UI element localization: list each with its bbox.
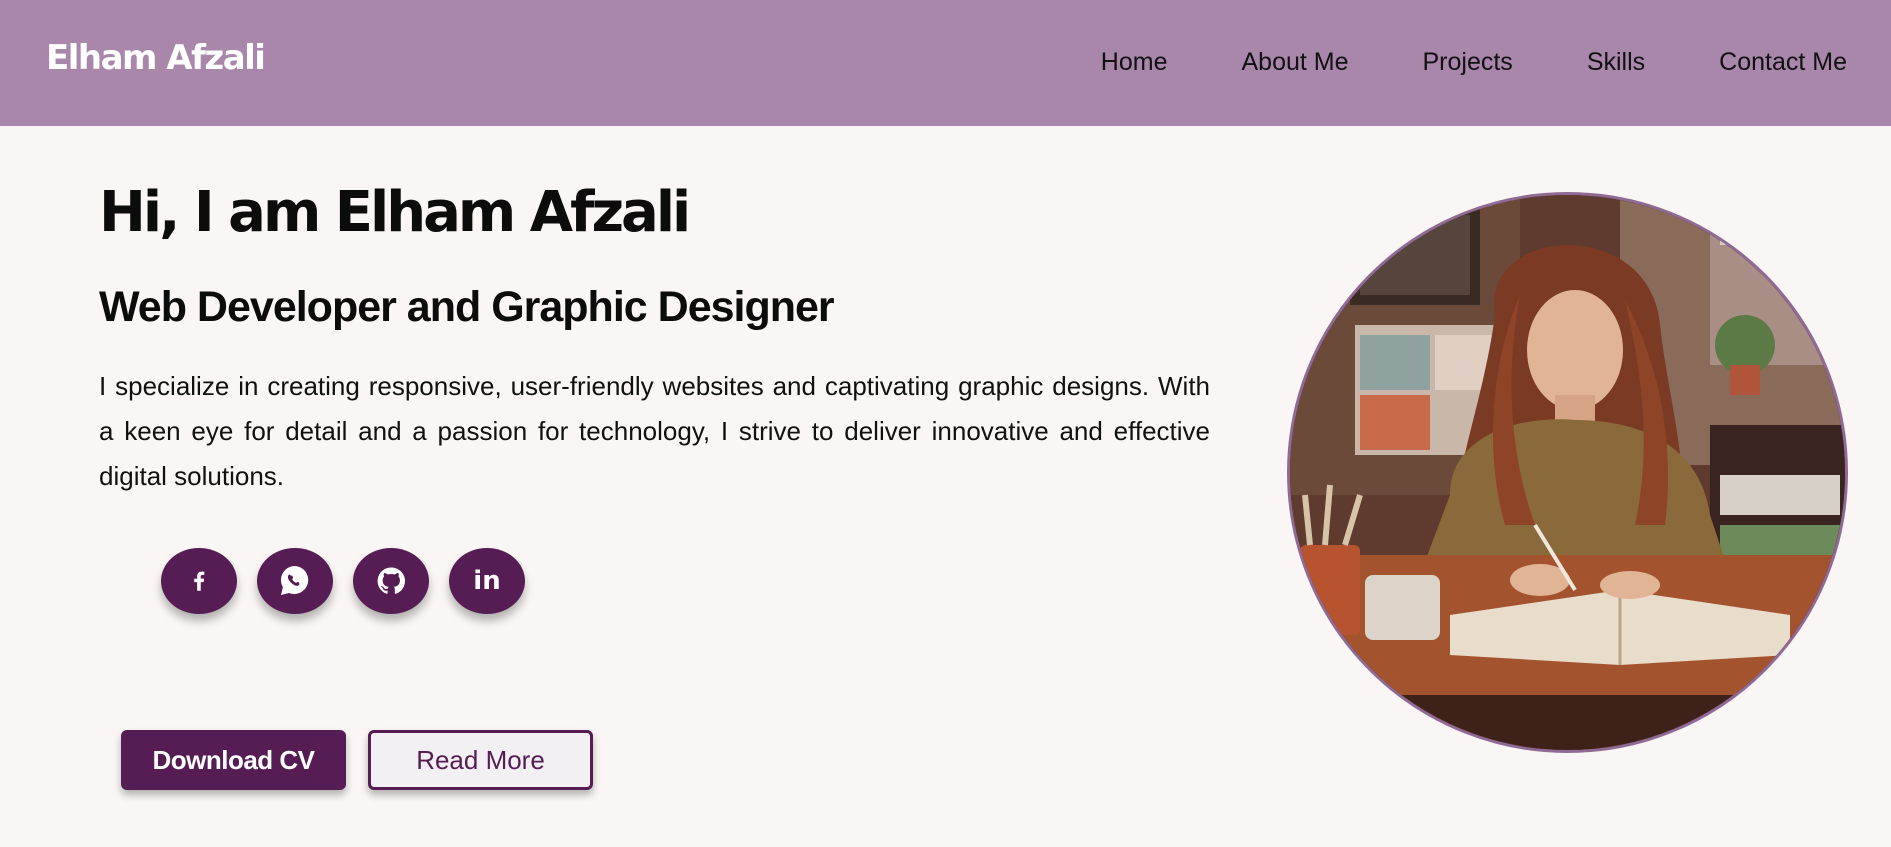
download-cv-button[interactable]: Download CV <box>121 730 346 790</box>
nav-contact-me[interactable]: Contact Me <box>1719 48 1847 77</box>
github-link[interactable] <box>353 548 429 614</box>
facebook-icon <box>194 571 205 591</box>
nav-skills[interactable]: Skills <box>1587 48 1645 77</box>
site-header: Elham Afzali Home About Me Projects Skil… <box>0 0 1891 126</box>
facebook-link[interactable] <box>161 548 237 614</box>
nav-home[interactable]: Home <box>1101 48 1168 77</box>
hero-description: I specialize in creating responsive, use… <box>99 371 1210 491</box>
whatsapp-icon <box>280 565 309 595</box>
hero-subtitle: Web Developer and Graphic Designer <box>99 283 835 331</box>
github-icon <box>377 567 405 594</box>
nav-projects[interactable]: Projects <box>1423 48 1513 77</box>
brand-logo[interactable]: Elham Afzali <box>46 38 266 78</box>
linkedin-icon: in <box>473 566 501 596</box>
read-more-button[interactable]: Read More <box>368 730 593 790</box>
main-nav: Home About Me Projects Skills Contact Me <box>1101 48 1847 77</box>
whatsapp-link[interactable] <box>257 548 333 614</box>
social-links: in <box>161 548 525 614</box>
hero-title: Hi, I am Elham Afzali <box>99 180 691 245</box>
linkedin-link[interactable]: in <box>449 548 525 614</box>
nav-about-me[interactable]: About Me <box>1241 48 1348 77</box>
profile-image <box>1287 192 1848 753</box>
